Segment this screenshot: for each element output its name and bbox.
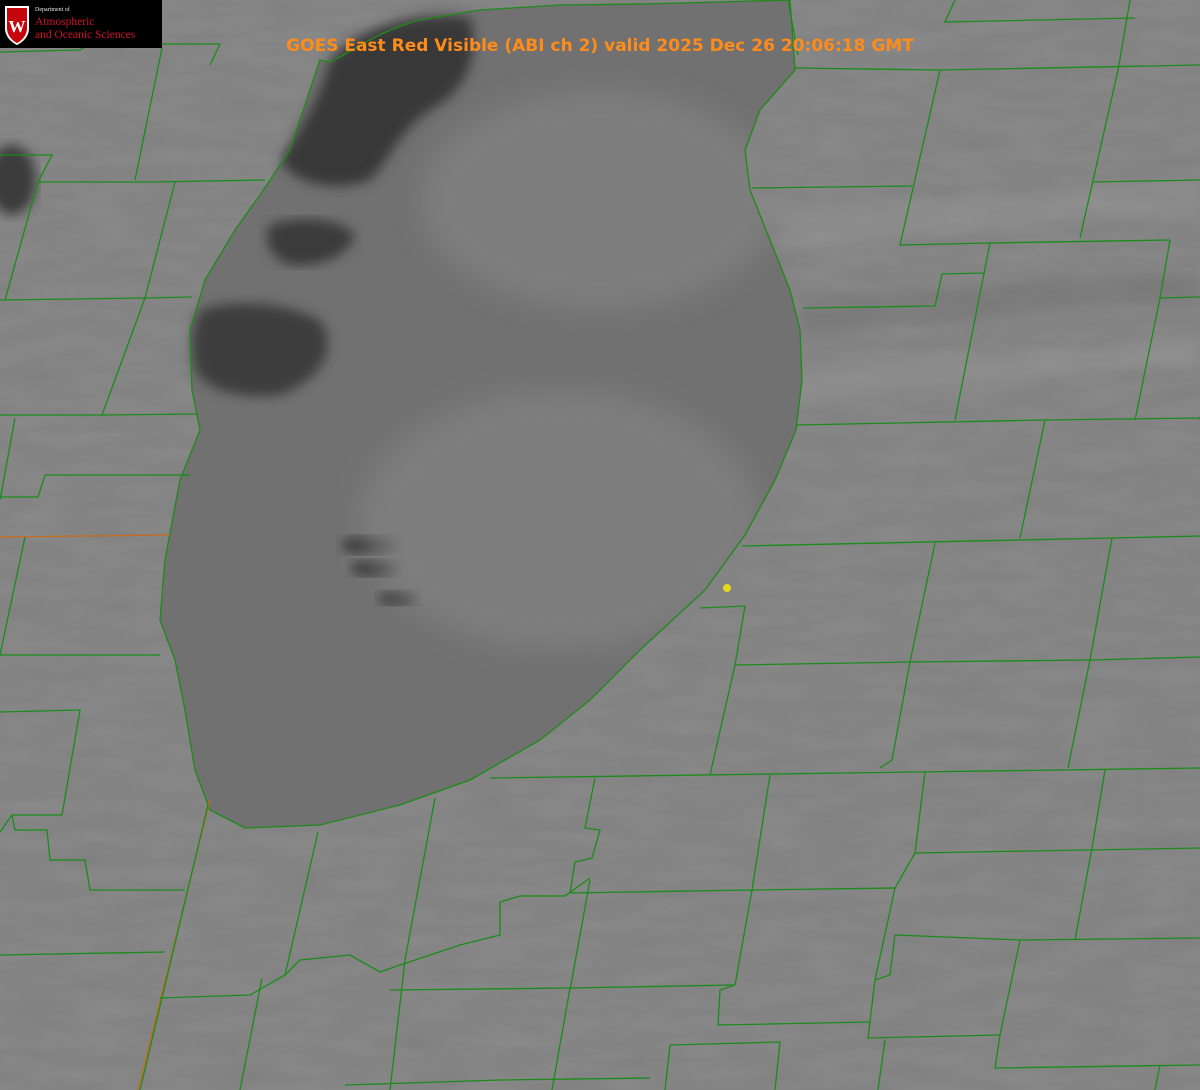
department-name-line1: Atmospheric: [35, 16, 95, 28]
cloud-swirl: [360, 390, 760, 650]
cloud-swirl: [420, 90, 780, 310]
satellite-image: [0, 0, 1200, 1090]
seal-letter: W: [9, 17, 26, 36]
department-label: Department of: [35, 7, 70, 13]
location-marker: [723, 584, 731, 592]
image-title: GOES East Red Visible (ABI ch 2) valid 2…: [286, 36, 914, 56]
